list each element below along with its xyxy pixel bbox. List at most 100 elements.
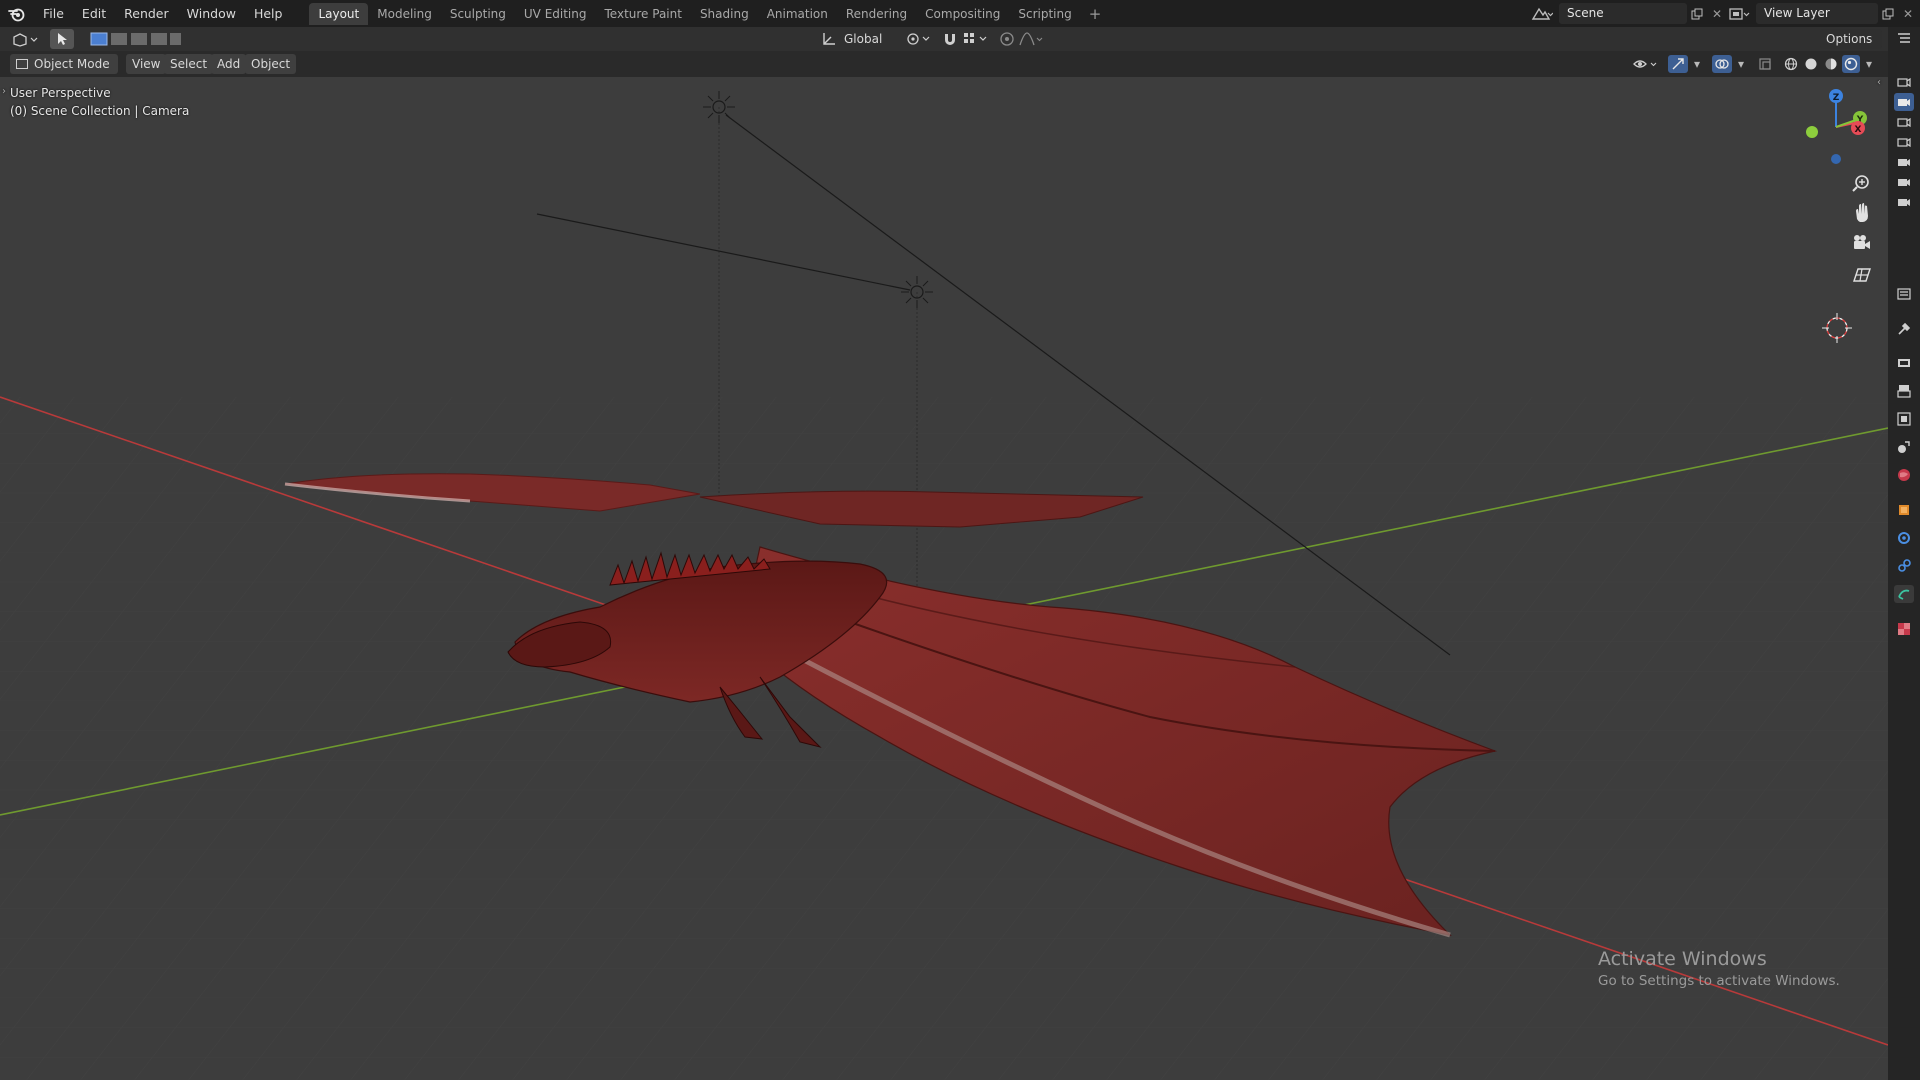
transform-orientation-icon[interactable]: [820, 30, 838, 48]
physics-properties-icon[interactable]: [1894, 557, 1914, 575]
zoom-icon[interactable]: [1852, 175, 1869, 192]
object-menu[interactable]: Object: [245, 54, 297, 74]
activate-windows-subtitle: Go to Settings to activate Windows.: [1598, 973, 1840, 989]
world-properties-icon[interactable]: [1894, 466, 1914, 484]
snap-toggle-icon[interactable]: [940, 30, 960, 48]
proportional-editing-icon[interactable]: [998, 30, 1016, 48]
wireframe-shading-icon[interactable]: [1782, 55, 1800, 73]
pan-hand-icon[interactable]: [1856, 203, 1868, 222]
tab-animation[interactable]: Animation: [758, 3, 837, 25]
overlays-toggle-icon[interactable]: [1712, 55, 1732, 73]
view-layer-field[interactable]: View Layer: [1756, 3, 1878, 24]
camera-toggle-icon-4[interactable]: [1894, 153, 1914, 171]
tab-shading[interactable]: Shading: [691, 3, 758, 25]
options-label: Options: [1826, 32, 1873, 46]
material-shading-icon[interactable]: [1822, 55, 1840, 73]
perspective-label: User Perspective: [10, 86, 111, 100]
blender-logo-icon[interactable]: [0, 0, 34, 27]
gizmo-neg-z-handle[interactable]: [1831, 154, 1841, 164]
overlays-dropdown-icon[interactable]: ▾: [1734, 55, 1748, 73]
camera-view-icon[interactable]: [1854, 235, 1870, 249]
menu-help[interactable]: Help: [245, 0, 292, 27]
tab-rendering[interactable]: Rendering: [837, 3, 916, 25]
view-layer-properties-icon[interactable]: [1894, 410, 1914, 428]
new-view-layer-icon[interactable]: [1878, 3, 1898, 24]
tool-properties-icon[interactable]: [1894, 320, 1914, 338]
scene-browse-icon[interactable]: [1525, 3, 1559, 24]
tab-uv-editing[interactable]: UV Editing: [515, 3, 596, 25]
scene-name-field[interactable]: Scene: [1559, 3, 1687, 24]
menu-file[interactable]: File: [34, 0, 73, 27]
select-menu[interactable]: Select: [164, 54, 214, 74]
object-properties-icon[interactable]: [1894, 501, 1914, 519]
new-scene-icon[interactable]: [1687, 3, 1707, 24]
workspace-tabs: Layout Modeling Sculpting UV Editing Tex…: [309, 0, 1109, 27]
toolbar-expand-icon[interactable]: ›: [2, 86, 6, 97]
properties-strip: [1888, 27, 1920, 1080]
delete-view-layer-icon[interactable]: ✕: [1898, 3, 1918, 24]
scene-properties-icon[interactable]: [1894, 438, 1914, 456]
menu-window[interactable]: Window: [178, 0, 245, 27]
tab-compositing[interactable]: Compositing: [916, 3, 1009, 25]
collection-toggle-icon[interactable]: [1894, 73, 1914, 91]
solid-shading-icon[interactable]: [1802, 55, 1820, 73]
gizmo-dropdown-icon[interactable]: ▾: [1690, 55, 1704, 73]
light-direction-line: [536, 213, 911, 291]
texture-properties-icon[interactable]: [1894, 620, 1914, 638]
sidebar-expand-icon[interactable]: ‹: [1877, 77, 1881, 88]
object-mode-select[interactable]: Object Mode ▾: [10, 54, 118, 91]
modifier-properties-icon[interactable]: [1894, 529, 1914, 547]
outliner-icon[interactable]: [1894, 30, 1914, 48]
camera-toggle-icon-6[interactable]: [1894, 193, 1914, 211]
editor-type-icon[interactable]: [10, 30, 40, 48]
view-layer-selector: View Layer ✕: [1722, 3, 1918, 24]
tab-texture-paint[interactable]: Texture Paint: [596, 3, 691, 25]
camera-toggle-icon-3[interactable]: [1894, 133, 1914, 151]
pivot-point-icon[interactable]: [905, 30, 935, 48]
transform-orientation-select[interactable]: Global ▾: [838, 29, 898, 66]
gizmo-x-label: X: [1855, 125, 1862, 135]
3d-viewport[interactable]: Z Y X User Perspective (0) Scene Collect…: [0, 77, 1888, 1080]
gizmo-neg-y-handle[interactable]: [1806, 126, 1818, 138]
select-tool-icon[interactable]: [50, 29, 74, 49]
view-layer-browse-icon[interactable]: [1722, 3, 1756, 24]
navigation-gizmo[interactable]: Z Y X: [1806, 89, 1867, 164]
properties-editor-icon[interactable]: [1894, 285, 1914, 303]
render-properties-icon[interactable]: [1894, 354, 1914, 372]
rendered-shading-icon[interactable]: [1842, 55, 1860, 73]
tab-modeling[interactable]: Modeling: [368, 3, 441, 25]
tab-sculpting[interactable]: Sculpting: [441, 3, 515, 25]
gizmo-z-label: Z: [1833, 93, 1840, 103]
camera-toggle-icon-5[interactable]: [1894, 173, 1914, 191]
camera-toggle-icon[interactable]: [1894, 93, 1914, 111]
top-bar: File Edit Render Window Help Layout Mode…: [0, 0, 1920, 27]
snap-target-icon[interactable]: [962, 30, 992, 48]
falloff-icon[interactable]: [1018, 30, 1044, 48]
shading-dropdown-icon[interactable]: ▾: [1862, 55, 1876, 73]
ortho-toggle-icon[interactable]: [1853, 268, 1871, 282]
transform-orientation-label: Global: [844, 32, 883, 46]
viewport-scene: Z Y X: [0, 89, 1888, 1080]
xray-toggle-icon[interactable]: [1756, 55, 1774, 73]
add-menu[interactable]: Add: [211, 54, 247, 74]
view-menu[interactable]: View: [126, 54, 167, 74]
visibility-icon[interactable]: [1632, 55, 1662, 73]
activate-windows-title: Activate Windows: [1598, 948, 1767, 970]
tab-scripting[interactable]: Scripting: [1009, 3, 1080, 25]
viewport-header: Global ▾ Options ▾: [0, 27, 1888, 66]
3d-cursor: [1822, 313, 1852, 343]
selection-mode-icons[interactable]: [90, 30, 182, 48]
collection-label: (0) Scene Collection | Camera: [10, 104, 190, 118]
output-properties-icon[interactable]: [1894, 382, 1914, 400]
menu-edit[interactable]: Edit: [73, 0, 115, 27]
scene-selector: Scene ✕: [1525, 3, 1727, 24]
camera-toggle-icon-2[interactable]: [1894, 113, 1914, 131]
menu-render[interactable]: Render: [115, 0, 178, 27]
object-mode-label: Object Mode: [34, 57, 110, 71]
tool-header: Object Mode ▾ View Select Add Object ▾ ▾…: [0, 51, 1888, 91]
options-button[interactable]: Options ▾: [1820, 29, 1882, 66]
constraint-properties-icon[interactable]: [1894, 585, 1914, 603]
add-workspace-button[interactable]: +: [1081, 3, 1110, 25]
gizmo-toggle-icon[interactable]: [1668, 55, 1688, 73]
tab-layout[interactable]: Layout: [309, 2, 369, 25]
